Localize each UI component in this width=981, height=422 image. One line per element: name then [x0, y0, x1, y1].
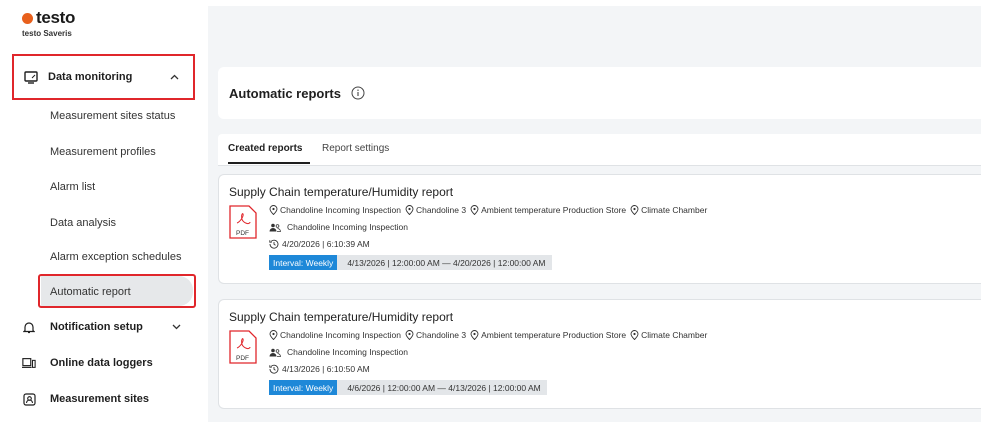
- testo-logo[interactable]: testo: [22, 8, 75, 28]
- sidebar-item-alarm-list[interactable]: Alarm list: [50, 181, 95, 193]
- page-title: Automatic reports: [229, 85, 341, 101]
- interval-badge: Interval: Weekly: [269, 380, 338, 395]
- report-title: Supply Chain temperature/Humidity report: [229, 185, 454, 199]
- report-card[interactable]: Supply Chain temperature/Humidity report…: [218, 299, 981, 409]
- sidebar-item-alarm-exception-schedules[interactable]: Alarm exception schedules: [50, 251, 181, 263]
- tab-bar: Created reports Report settings: [218, 134, 981, 166]
- interval-range: 4/6/2026 | 12:00:00 AM — 4/13/2026 | 12:…: [337, 380, 547, 395]
- pdf-file-icon[interactable]: PDF: [229, 205, 257, 239]
- pdf-file-icon[interactable]: PDF: [229, 330, 257, 364]
- location-pin-icon: [405, 330, 414, 340]
- sidebar-item-label: Notification setup: [50, 321, 143, 333]
- chevron-up-icon: [170, 72, 179, 83]
- location-list: Chandoline Incoming Inspection Chandolin…: [269, 330, 711, 340]
- location-pin-icon: [470, 330, 479, 340]
- active-tab-indicator: [228, 162, 310, 164]
- interval-row: Interval: Weekly 4/6/2026 | 12:00:00 AM …: [269, 380, 547, 395]
- location-pin-icon: [630, 205, 639, 215]
- location-item: Chandoline 3: [405, 205, 466, 215]
- location-list: Chandoline Incoming Inspection Chandolin…: [269, 205, 711, 215]
- sidebar-item-online-data-loggers[interactable]: Online data loggers: [22, 356, 153, 370]
- location-pin-icon: [630, 330, 639, 340]
- location-item: Chandoline 3: [405, 330, 466, 340]
- tab-created-reports[interactable]: Created reports: [228, 143, 302, 154]
- sidebar-group-data-monitoring[interactable]: Data monitoring: [12, 54, 195, 100]
- interval-badge: Interval: Weekly: [269, 255, 338, 270]
- logo-dot-icon: [22, 13, 33, 24]
- location-pin-icon: [470, 205, 479, 215]
- report-title: Supply Chain temperature/Humidity report: [229, 310, 454, 324]
- created-time-row: 4/13/2026 | 6:10:50 AM: [269, 364, 370, 374]
- recipient-name: Chandoline Incoming Inspection: [287, 347, 408, 357]
- devices-icon: [22, 356, 36, 370]
- sidebar-item-measurement-sites-status[interactable]: Measurement sites status: [50, 110, 175, 122]
- location-item: Ambient temperature Production Store: [470, 330, 626, 340]
- bell-icon: [22, 320, 36, 334]
- location-item: Climate Chamber: [630, 205, 707, 215]
- page-header: Automatic reports: [218, 67, 981, 119]
- interval-range: 4/13/2026 | 12:00:00 AM — 4/20/2026 | 12…: [337, 255, 552, 270]
- location-pin-icon: [269, 330, 278, 340]
- history-icon: [269, 364, 279, 374]
- sidebar-item-label: Online data loggers: [50, 357, 153, 369]
- created-timestamp: 4/20/2026 | 6:10:39 AM: [282, 239, 370, 249]
- main-content: Automatic reports Created reports Report…: [208, 48, 981, 422]
- svg-text:PDF: PDF: [236, 355, 249, 362]
- sidebar-item-label: Measurement sites: [50, 393, 150, 405]
- location-item: Chandoline Incoming Inspection: [269, 205, 401, 215]
- location-item: Climate Chamber: [630, 330, 707, 340]
- people-icon: [269, 223, 281, 232]
- history-icon: [269, 239, 279, 249]
- created-time-row: 4/20/2026 | 6:10:39 AM: [269, 239, 370, 249]
- location-item: Ambient temperature Production Store: [470, 205, 626, 215]
- brand-name: testo: [36, 8, 76, 27]
- monitor-icon: [24, 70, 38, 84]
- people-icon: [269, 348, 281, 357]
- sidebar: Data monitoring Measurement sites status…: [0, 48, 208, 422]
- sidebar-item-automatic-report[interactable]: Automatic report: [50, 286, 131, 298]
- sidebar-group-label: Data monitoring: [48, 71, 133, 83]
- recipient-row: Chandoline Incoming Inspection: [269, 222, 408, 232]
- top-bar: testo testo Saveris: [0, 0, 981, 48]
- sidebar-item-data-analysis[interactable]: Data analysis: [50, 217, 116, 229]
- recipient-name: Chandoline Incoming Inspection: [287, 222, 408, 232]
- sidebar-item-measurement-sites[interactable]: Measurement sites: [22, 392, 149, 406]
- tab-report-settings[interactable]: Report settings: [322, 143, 389, 154]
- recipient-row: Chandoline Incoming Inspection: [269, 347, 408, 357]
- location-pin-icon: [405, 205, 414, 215]
- top-bar-strip: [208, 6, 981, 48]
- sidebar-item-measurement-profiles[interactable]: Measurement profiles: [50, 146, 156, 158]
- location-pin-icon: [269, 205, 278, 215]
- created-timestamp: 4/13/2026 | 6:10:50 AM: [282, 364, 370, 374]
- location-item: Chandoline Incoming Inspection: [269, 330, 401, 340]
- info-icon[interactable]: [351, 86, 365, 100]
- report-card[interactable]: Supply Chain temperature/Humidity report…: [218, 174, 981, 284]
- chevron-down-icon: [172, 322, 181, 333]
- product-name: testo Saveris: [22, 29, 72, 38]
- svg-text:PDF: PDF: [236, 230, 249, 237]
- interval-row: Interval: Weekly 4/13/2026 | 12:00:00 AM…: [269, 255, 552, 270]
- sidebar-item-notification-setup[interactable]: Notification setup: [22, 320, 181, 334]
- site-icon: [22, 392, 36, 406]
